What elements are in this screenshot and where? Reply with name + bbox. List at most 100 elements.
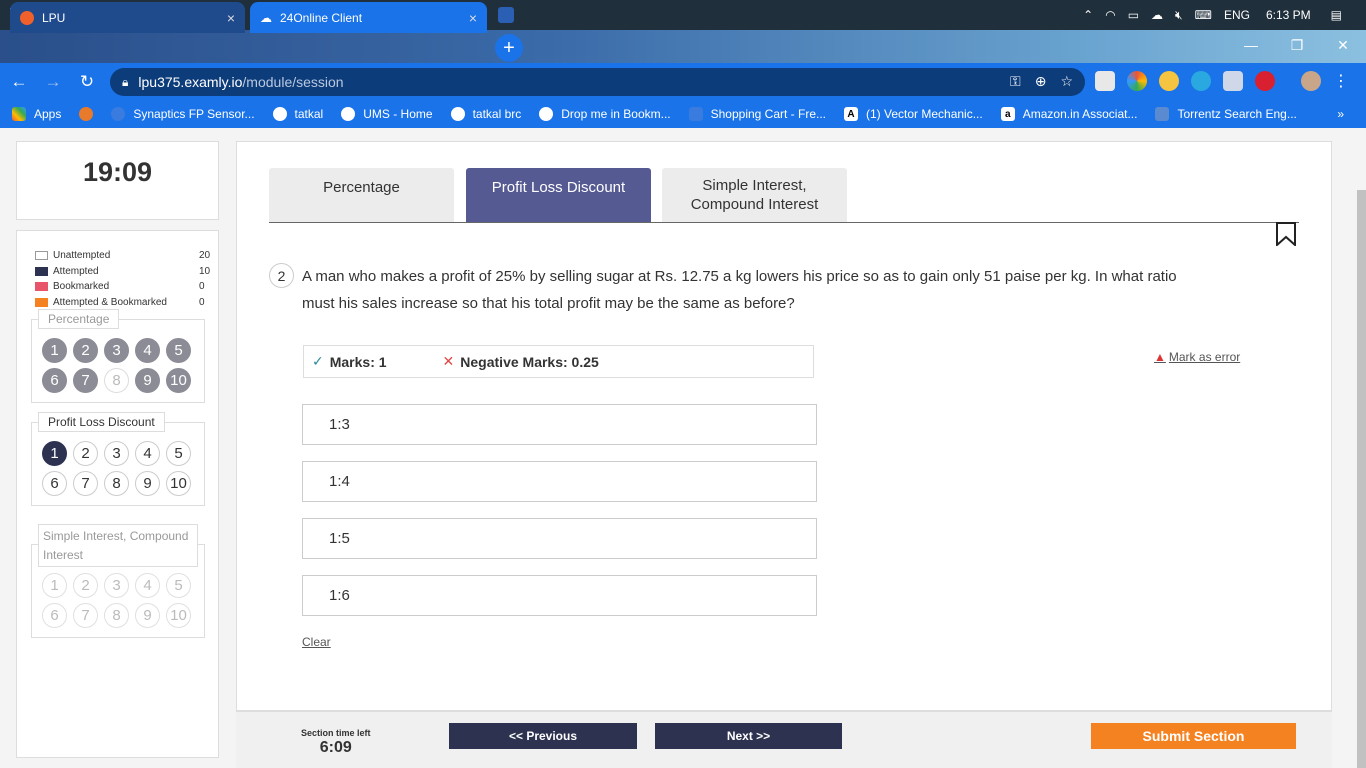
bookmark-ums-home[interactable]: UMS - Home bbox=[341, 107, 433, 121]
bookmark-drop-me[interactable]: Drop me in Bookm... bbox=[539, 107, 671, 121]
bookmark-icon[interactable] bbox=[1275, 222, 1297, 246]
extension-icon[interactable] bbox=[1191, 71, 1211, 91]
marks-label: Marks: 1 bbox=[329, 353, 387, 370]
browser-tab-24online[interactable]: ☁ 24Online Client × bbox=[250, 2, 487, 33]
section-label[interactable]: Profit Loss Discount bbox=[38, 412, 165, 432]
forward-icon[interactable]: → bbox=[38, 67, 68, 97]
cloud-icon[interactable]: ☁ bbox=[1151, 8, 1163, 22]
question-button[interactable]: 1 bbox=[42, 338, 67, 363]
avatar[interactable] bbox=[1301, 71, 1321, 91]
clock[interactable]: 6:13 PM bbox=[1266, 8, 1311, 22]
extension-icon[interactable] bbox=[1095, 71, 1115, 91]
answer-option[interactable]: 1:5 bbox=[302, 518, 817, 559]
star-icon[interactable]: ☆ bbox=[1060, 73, 1073, 90]
check-icon: ✓ bbox=[312, 353, 324, 369]
clear-response-link[interactable]: Clear bbox=[302, 635, 331, 649]
address-bar[interactable]: 🔒︎ lpu375.examly.io/module/session ⚿ ⊕ ☆ bbox=[110, 68, 1085, 96]
question-button[interactable]: 2 bbox=[73, 441, 98, 466]
mark-as-error-link[interactable]: ▲ Mark as error bbox=[1154, 350, 1240, 364]
install-icon[interactable]: ⊕ bbox=[1035, 73, 1047, 90]
page-scrollbar[interactable] bbox=[1357, 190, 1366, 768]
bookmark-icon-only[interactable] bbox=[79, 107, 94, 121]
bookmark-shopping-cart[interactable]: Shopping Cart - Fre... bbox=[688, 107, 826, 121]
tab-simple-compound-interest[interactable]: Simple Interest, Compound Interest bbox=[662, 168, 847, 222]
question-button[interactable]: 8 bbox=[104, 603, 129, 628]
lock-icon[interactable]: 🔒︎ bbox=[122, 75, 128, 90]
tab-profit-loss-discount[interactable]: Profit Loss Discount bbox=[466, 168, 651, 222]
question-button[interactable]: 1 bbox=[42, 441, 67, 466]
bookmark-tatkal-brc[interactable]: tatkal brc bbox=[450, 107, 521, 121]
question-button[interactable]: 8 bbox=[104, 471, 129, 496]
menu-icon[interactable]: ⋮ bbox=[1333, 71, 1349, 91]
back-icon[interactable]: ← bbox=[4, 67, 34, 97]
section-timer-value: 6:09 bbox=[319, 739, 352, 756]
question-button[interactable]: 5 bbox=[166, 441, 191, 466]
tab-percentage[interactable]: Percentage bbox=[269, 168, 454, 222]
question-button[interactable]: 3 bbox=[104, 441, 129, 466]
question-button[interactable]: 10 bbox=[166, 471, 191, 496]
extension-icon[interactable] bbox=[1223, 71, 1243, 91]
bookmark-synaptics[interactable]: Synaptics FP Sensor... bbox=[111, 107, 255, 121]
question-button[interactable]: 3 bbox=[104, 573, 129, 598]
url-path: /module/session bbox=[242, 74, 344, 90]
question-button[interactable]: 9 bbox=[135, 471, 160, 496]
extension-icon[interactable] bbox=[1255, 71, 1275, 91]
section-label[interactable]: Percentage bbox=[38, 309, 120, 329]
language-indicator[interactable]: ENG bbox=[1224, 8, 1250, 22]
question-button[interactable]: 5 bbox=[166, 573, 191, 598]
question-button[interactable]: 9 bbox=[135, 368, 160, 393]
key-icon[interactable]: ⚿ bbox=[1010, 73, 1021, 90]
answer-option[interactable]: 1:6 bbox=[302, 575, 817, 616]
question-button[interactable]: 2 bbox=[73, 338, 98, 363]
keyboard-icon[interactable]: ⌨ bbox=[1195, 8, 1212, 22]
previous-button[interactable]: << Previous bbox=[449, 723, 637, 749]
close-window-button[interactable]: ✕ bbox=[1320, 30, 1366, 60]
question-button[interactable]: 6 bbox=[42, 471, 67, 496]
bookmark-torrentz[interactable]: Torrentz Search Eng... bbox=[1155, 107, 1297, 121]
question-button[interactable]: 1 bbox=[42, 573, 67, 598]
reload-icon[interactable]: ↻ bbox=[72, 67, 102, 97]
bookmark-tatkal[interactable]: tatkal bbox=[272, 107, 323, 121]
bookmark-apps[interactable]: Apps bbox=[12, 107, 61, 121]
minimize-button[interactable]: — bbox=[1228, 30, 1274, 60]
question-button[interactable]: 4 bbox=[135, 573, 160, 598]
question-button[interactable]: 7 bbox=[73, 368, 98, 393]
bookmarks-overflow[interactable]: » bbox=[1337, 107, 1344, 121]
bookmark-amazon[interactable]: a Amazon.in Associat... bbox=[1000, 107, 1137, 121]
close-icon[interactable]: × bbox=[227, 10, 235, 26]
question-button[interactable]: 6 bbox=[42, 603, 67, 628]
question-button[interactable]: 4 bbox=[135, 441, 160, 466]
notifications-icon[interactable]: ▤ bbox=[1331, 8, 1342, 22]
extension-icon[interactable] bbox=[1127, 71, 1147, 91]
question-button[interactable]: 7 bbox=[73, 471, 98, 496]
next-button[interactable]: Next >> bbox=[655, 723, 842, 749]
new-tab-button[interactable]: + bbox=[495, 34, 523, 62]
moon-icon[interactable] bbox=[1159, 71, 1179, 91]
question-button[interactable]: 9 bbox=[135, 603, 160, 628]
legend-swatch bbox=[35, 298, 48, 308]
chevron-up-icon[interactable]: ⌃ bbox=[1083, 8, 1093, 22]
bookmark-vector-mechanics[interactable]: A (1) Vector Mechanic... bbox=[844, 107, 983, 121]
word-icon[interactable] bbox=[489, 0, 523, 30]
tab-title: LPU bbox=[42, 10, 66, 25]
submit-section-button[interactable]: Submit Section bbox=[1091, 723, 1296, 749]
question-button[interactable]: 8 bbox=[104, 368, 129, 393]
question-button[interactable]: 5 bbox=[166, 338, 191, 363]
answer-option[interactable]: 1:3 bbox=[302, 404, 817, 445]
question-button[interactable]: 3 bbox=[104, 338, 129, 363]
question-button[interactable]: 7 bbox=[73, 603, 98, 628]
question-button[interactable]: 10 bbox=[166, 603, 191, 628]
question-button[interactable]: 10 bbox=[166, 368, 191, 393]
browser-tab-lpu[interactable]: LPU × bbox=[10, 2, 245, 33]
volume-mute-icon[interactable]: 🔇︎ bbox=[1175, 8, 1183, 23]
question-button[interactable]: 6 bbox=[42, 368, 67, 393]
question-button[interactable]: 4 bbox=[135, 338, 160, 363]
section-label[interactable]: Simple Interest, Compound Interest bbox=[38, 524, 198, 567]
question-button[interactable]: 2 bbox=[73, 573, 98, 598]
battery-icon[interactable]: ▭ bbox=[1128, 8, 1139, 22]
restore-button[interactable]: ❐ bbox=[1274, 30, 1320, 60]
wifi-icon[interactable]: ◠ bbox=[1105, 8, 1115, 22]
answer-option[interactable]: 1:4 bbox=[302, 461, 817, 502]
torrentz-icon bbox=[1155, 107, 1170, 121]
close-icon[interactable]: × bbox=[469, 10, 477, 26]
